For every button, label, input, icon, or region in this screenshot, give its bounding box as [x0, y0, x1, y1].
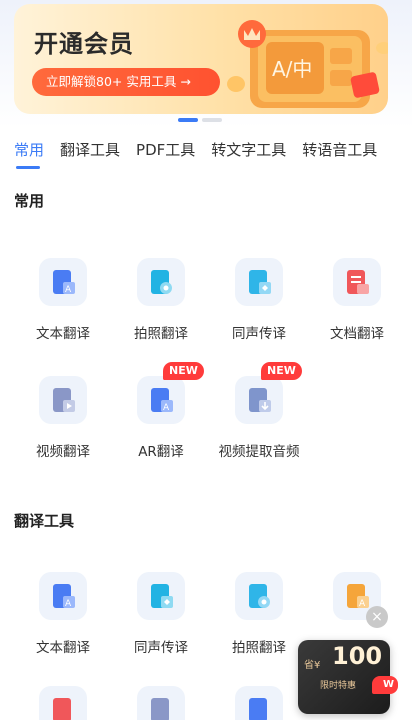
category-tabs: 常用 翻译工具 PDF工具 转文字工具 转语音工具 [0, 138, 412, 172]
tool-text-translate[interactable]: A 文本翻译 [14, 572, 112, 656]
tool-simultaneous-interpret[interactable]: 同声传译 [210, 258, 308, 342]
promo-amount: 100 [332, 642, 383, 670]
video-extract-audio-icon: NEW [235, 362, 302, 424]
text-translate-icon: A [39, 258, 87, 306]
simultaneous-interpret-icon [235, 258, 283, 306]
device-screen-text: A/中 [272, 57, 312, 81]
text-translate-icon: A [39, 572, 87, 620]
photo-translate-icon [137, 258, 185, 306]
text-translate-icon [235, 686, 283, 720]
promo-subtitle: 限时特惠 [320, 681, 357, 691]
tool-label: AR翻译 [138, 444, 184, 460]
tool-photo-translate[interactable]: 拍照翻译 [112, 258, 210, 342]
tool-label: 视频翻译 [36, 444, 90, 460]
close-icon[interactable]: × [366, 606, 388, 628]
video-translate-icon [137, 686, 185, 720]
tool-label: 文本翻译 [36, 326, 90, 342]
tool-partial[interactable] [210, 686, 308, 720]
tool-label: 视频提取音频 [218, 444, 300, 460]
tool-label: 同声传译 [134, 640, 188, 656]
photo-translate-icon [235, 572, 283, 620]
banner-pagination [178, 118, 222, 122]
svg-text:A: A [359, 599, 366, 609]
tool-label: 拍照翻译 [134, 326, 188, 342]
tool-doc-translate[interactable]: 文档翻译 [308, 258, 406, 342]
section-title-translate-tools: 翻译工具 [14, 512, 75, 530]
pagination-dot [202, 118, 222, 122]
doc-translate-icon [333, 258, 381, 306]
tool-partial[interactable] [14, 686, 112, 720]
video-translate-icon [39, 376, 87, 424]
new-badge: W [372, 676, 398, 694]
tool-text-translate[interactable]: A 文本翻译 [14, 258, 112, 342]
new-badge: NEW [163, 362, 204, 380]
new-badge: NEW [261, 362, 302, 380]
tool-label: 文档翻译 [330, 326, 384, 342]
tab-pdf-tools[interactable]: PDF工具 [128, 138, 203, 172]
banner-title: 开通会员 [34, 30, 134, 58]
translator-device-illustration: A/中 [227, 20, 388, 108]
tool-video-translate[interactable]: 视频翻译 [14, 376, 112, 460]
tool-label: 同声传译 [232, 326, 286, 342]
ar-translate-icon: A NEW [137, 362, 204, 424]
svg-text:A: A [163, 403, 170, 413]
vip-banner[interactable]: 开通会员 立即解锁80+ 实用工具 → A/中 [14, 4, 388, 114]
promo-prefix: 省¥ [304, 660, 321, 671]
simultaneous-interpret-icon [137, 572, 185, 620]
svg-text:A: A [65, 285, 72, 295]
tool-label: 文本翻译 [36, 640, 90, 656]
tab-text-to-speech-tools[interactable]: 转语音工具 [294, 138, 385, 172]
tool-partial[interactable] [112, 686, 210, 720]
unlock-button[interactable]: 立即解锁80+ 实用工具 → [32, 68, 220, 96]
tab-speech-to-text-tools[interactable]: 转文字工具 [203, 138, 294, 172]
pagination-dot-active [178, 118, 198, 122]
tab-translate-tools[interactable]: 翻译工具 [52, 138, 128, 172]
tool-video-extract-audio[interactable]: NEW 视频提取音频 [210, 362, 308, 460]
tool-photo-translate[interactable]: 拍照翻译 [210, 572, 308, 656]
svg-text:A: A [65, 599, 72, 609]
tab-common[interactable]: 常用 [0, 138, 52, 172]
doc-translate-icon [39, 686, 87, 720]
tool-simultaneous-interpret[interactable]: 同声传译 [112, 572, 210, 656]
tool-ar-translate[interactable]: A NEW AR翻译 [112, 362, 210, 460]
tool-label: 拍照翻译 [232, 640, 286, 656]
section-title-common: 常用 [14, 192, 45, 210]
